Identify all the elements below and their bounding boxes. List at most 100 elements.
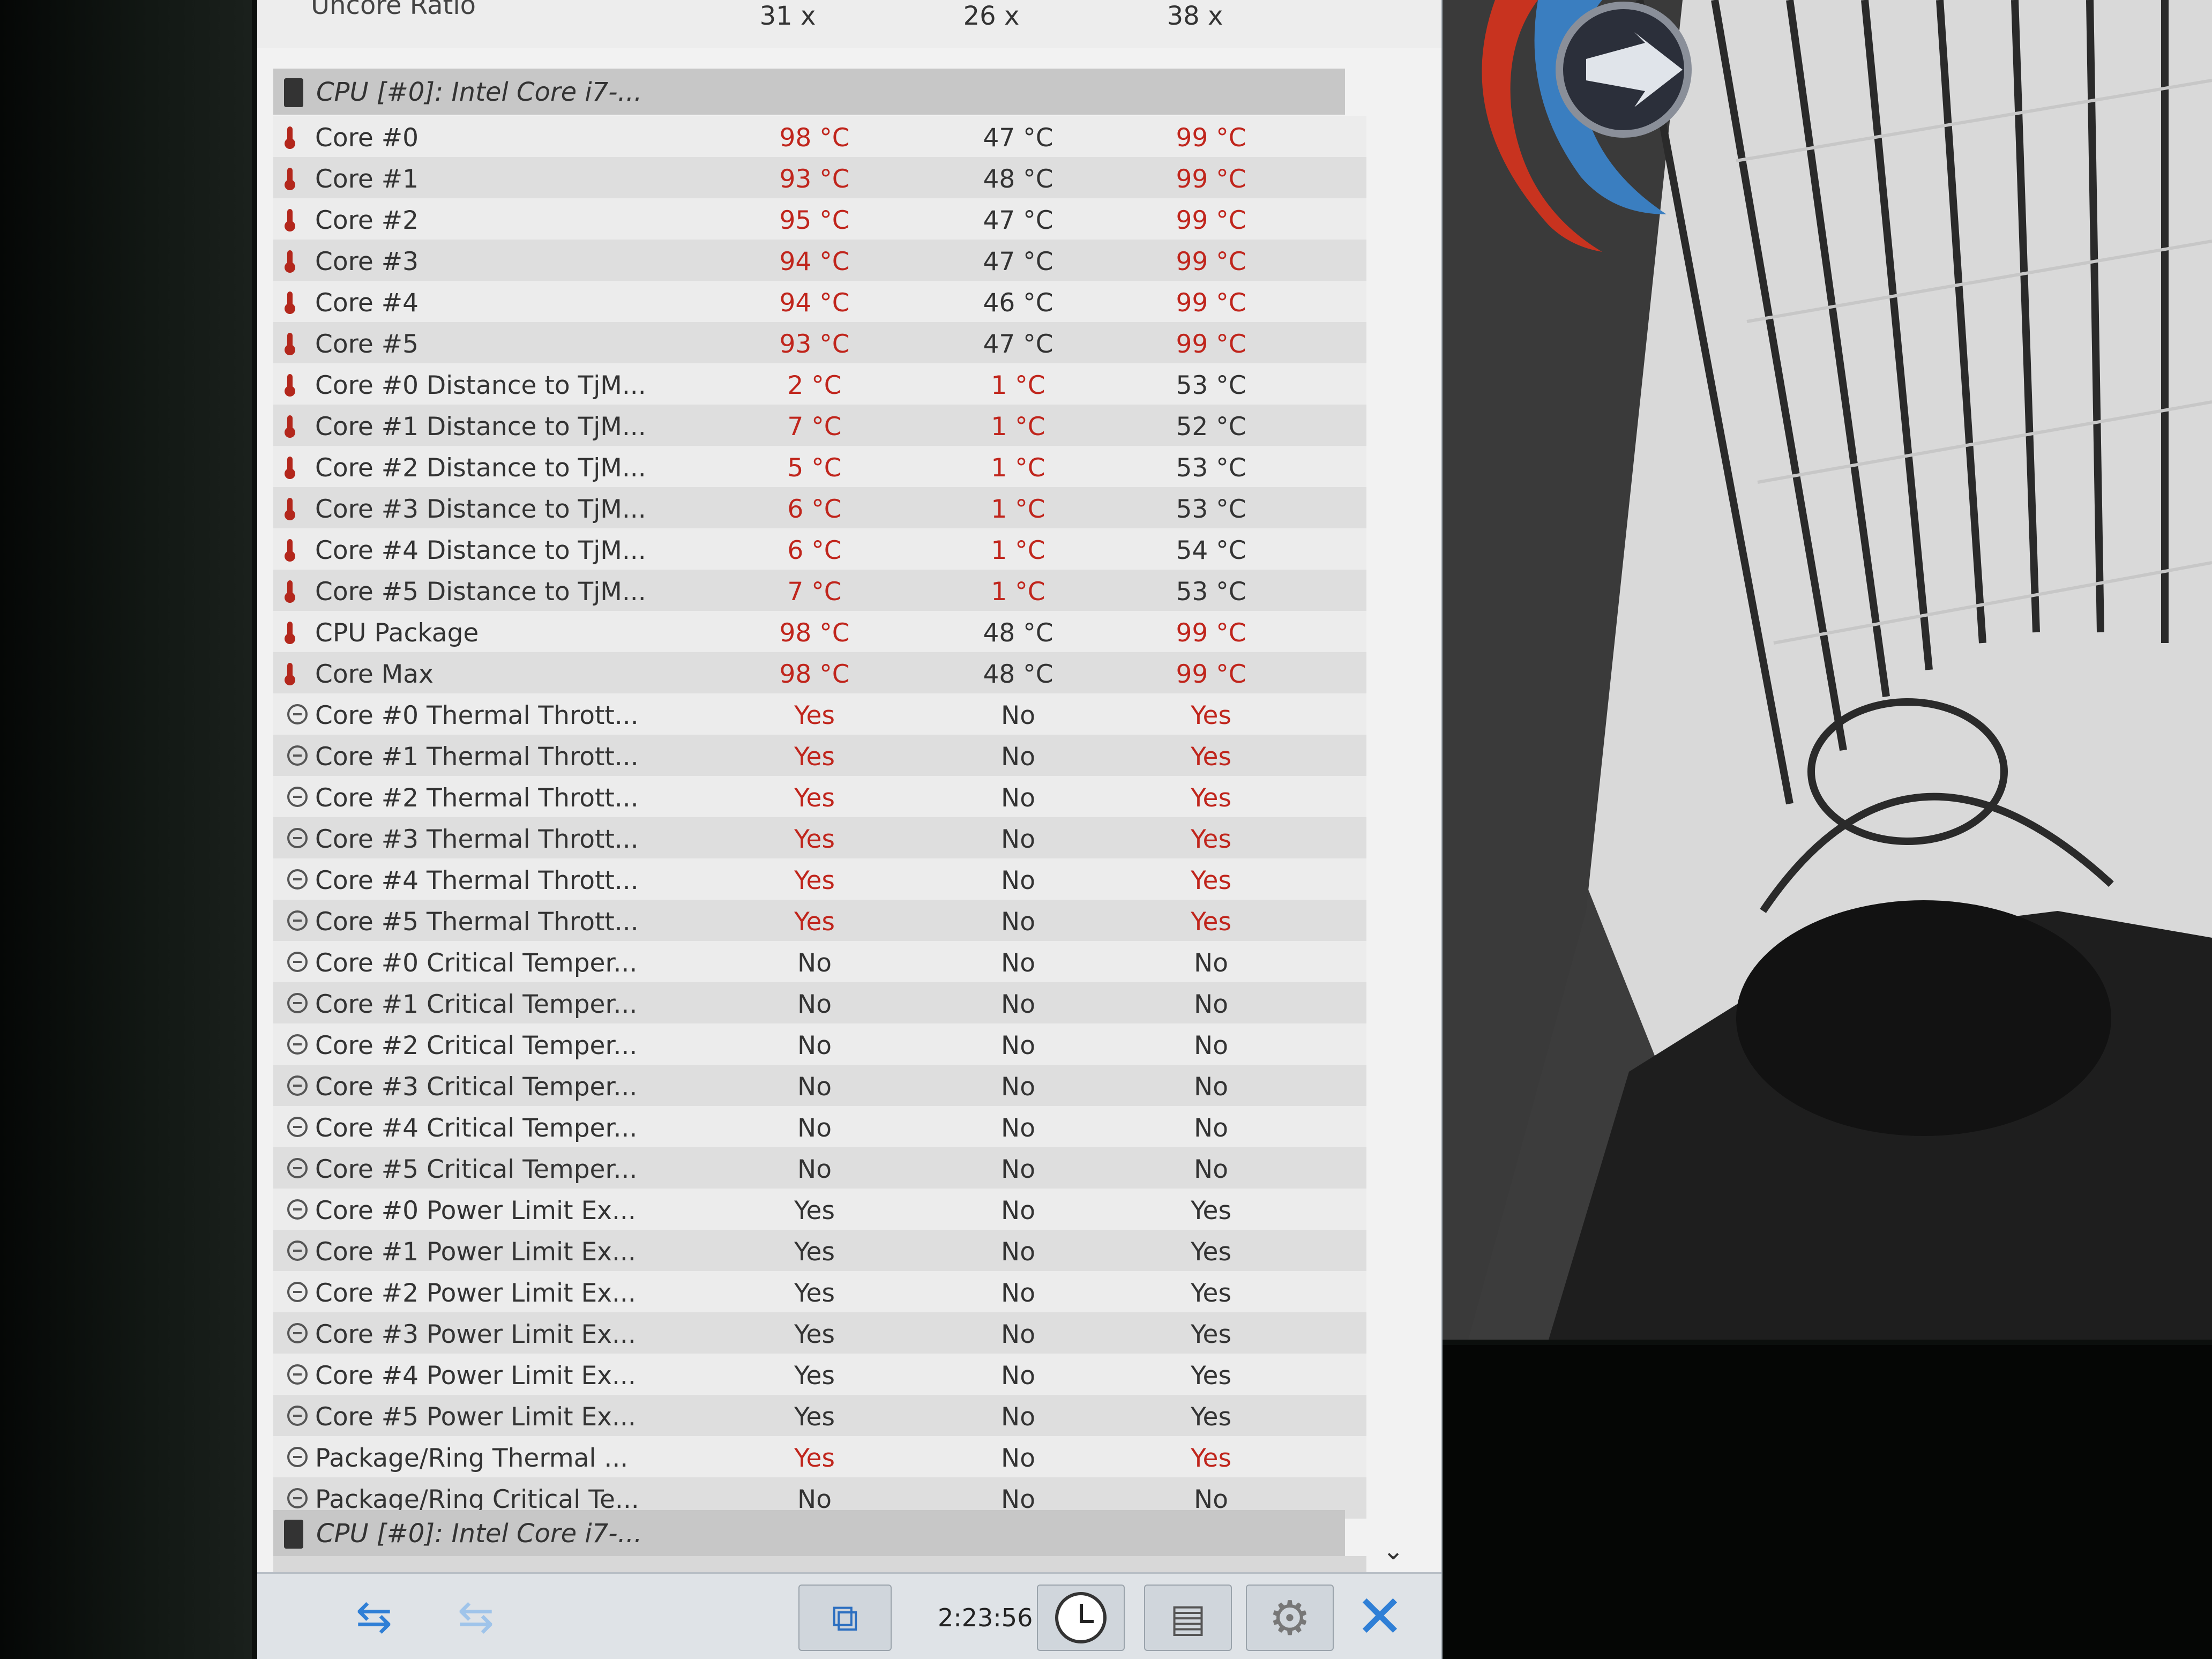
table-row[interactable]: Core #4 Critical Temper... No No No bbox=[273, 1106, 1366, 1147]
double-arrow-icon: ⇆ bbox=[457, 1591, 495, 1642]
minimum-value: No bbox=[1001, 1361, 1035, 1391]
sensor-name: Core #4 Distance to TjM... bbox=[315, 536, 646, 565]
table-row[interactable]: Core #4 Distance to TjM... 6 °C 1 °C 54 °C bbox=[273, 528, 1366, 570]
sensor-name-cell: CPU Package bbox=[273, 611, 659, 652]
clock-icon bbox=[287, 1406, 308, 1426]
current-value: Yes bbox=[794, 1402, 835, 1432]
uncore-ratio-label: Uncore Ratio bbox=[311, 0, 476, 20]
maximum-value: Yes bbox=[1191, 1279, 1231, 1308]
table-row[interactable]: Core #2 Power Limit Ex... Yes No Yes bbox=[273, 1271, 1366, 1312]
sensor-name-cell: Core #4 Power Limit Ex... bbox=[273, 1354, 659, 1395]
sensor-name: Core #5 Distance to TjM... bbox=[315, 577, 646, 607]
sensor-name: Core #1 Distance to TjM... bbox=[315, 412, 646, 442]
minimum-value: 48 °C bbox=[983, 165, 1053, 194]
minimum-value: No bbox=[1001, 1444, 1035, 1473]
logging-button[interactable]: ▤ bbox=[1144, 1585, 1232, 1651]
sensor-name: Core Max bbox=[315, 660, 434, 689]
maximum-value: No bbox=[1194, 1155, 1228, 1184]
table-row[interactable]: Core #5 Thermal Thrott... Yes No Yes bbox=[273, 900, 1366, 941]
close-button[interactable]: ✕ bbox=[1334, 1582, 1425, 1651]
table-row[interactable]: Core #0 Critical Temper... No No No bbox=[273, 941, 1366, 982]
minimum-value: 1 °C bbox=[991, 577, 1045, 607]
sensor-name-cell: Core #5 Distance to TjM... bbox=[273, 570, 659, 611]
sensor-name-cell: Core #1 Distance to TjM... bbox=[273, 405, 659, 446]
maximum-value: 53 °C bbox=[1176, 577, 1246, 607]
table-row[interactable]: Core #3 Distance to TjM... 6 °C 1 °C 53 °C bbox=[273, 487, 1366, 528]
table-row[interactable]: Core #0 Power Limit Ex... Yes No Yes bbox=[273, 1189, 1366, 1230]
current-value: 98 °C bbox=[779, 123, 850, 153]
current-value: Yes bbox=[794, 1279, 835, 1308]
current-value: Yes bbox=[794, 907, 835, 937]
table-row[interactable]: Core #5 Power Limit Ex... Yes No Yes bbox=[273, 1395, 1366, 1436]
table-row[interactable]: Core #4 Thermal Thrott... Yes No Yes bbox=[273, 858, 1366, 900]
scroll-down-icon[interactable]: ⌄ bbox=[1382, 1536, 1404, 1566]
table-row[interactable]: Core #3 Power Limit Ex... Yes No Yes bbox=[273, 1312, 1366, 1354]
game-logo bbox=[1482, 0, 1692, 252]
network-button[interactable]: ⧉ bbox=[798, 1585, 892, 1651]
sensor-name-cell: Core #1 Thermal Thrott... bbox=[273, 735, 659, 776]
maximum-value: 99 °C bbox=[1176, 618, 1246, 648]
table-row[interactable]: Core #5 Critical Temper... No No No bbox=[273, 1147, 1366, 1189]
table-row[interactable]: Core #1 Thermal Thrott... Yes No Yes bbox=[273, 735, 1366, 776]
thermometer-icon bbox=[285, 250, 295, 273]
table-row[interactable]: Core #5 Distance to TjM... 7 °C 1 °C 53 °C bbox=[273, 570, 1366, 611]
minimum-value: No bbox=[1001, 1320, 1035, 1349]
clock-icon bbox=[287, 704, 308, 724]
table-row[interactable]: Core #2 Thermal Thrott... Yes No Yes bbox=[273, 776, 1366, 817]
maximum-value: 53 °C bbox=[1176, 371, 1246, 400]
sensor-name: Core #3 Power Limit Ex... bbox=[315, 1320, 636, 1349]
thermometer-icon bbox=[285, 622, 295, 644]
table-row[interactable]: Core #1 Distance to TjM... 7 °C 1 °C 52 °C bbox=[273, 405, 1366, 446]
table-row[interactable]: CPU Package 98 °C 48 °C 99 °C bbox=[273, 611, 1366, 652]
maximum-value: Yes bbox=[1191, 783, 1231, 813]
minimum-value: No bbox=[1001, 1279, 1035, 1308]
table-row[interactable]: Core #2 Distance to TjM... 5 °C 1 °C 53 °C bbox=[273, 446, 1366, 487]
maximum-value: No bbox=[1194, 990, 1228, 1019]
table-row[interactable]: Core Max 98 °C 48 °C 99 °C bbox=[273, 652, 1366, 693]
table-row[interactable]: Core #0 Thermal Thrott... Yes No Yes bbox=[273, 693, 1366, 735]
table-row[interactable]: Package/Ring Thermal ... Yes No Yes bbox=[273, 1436, 1366, 1477]
sensor-name: Core #2 Thermal Thrott... bbox=[315, 783, 639, 813]
minimum-value: No bbox=[1001, 1196, 1035, 1225]
table-row[interactable]: Core #4 94 °C 46 °C 99 °C bbox=[273, 281, 1366, 322]
table-row[interactable]: Core #5 93 °C 47 °C 99 °C bbox=[273, 322, 1366, 363]
table-row[interactable]: Core #1 Critical Temper... No No No bbox=[273, 982, 1366, 1023]
table-row[interactable]: Core #0 Distance to TjM... 2 °C 1 °C 53 °C bbox=[273, 363, 1366, 405]
cpu-group-label-2: CPU [#0]: Intel Core i7-... bbox=[316, 1519, 642, 1549]
table-row[interactable]: Core #1 93 °C 48 °C 99 °C bbox=[273, 157, 1366, 198]
sensor-name: Core #5 bbox=[315, 330, 419, 359]
minimum-value: 46 °C bbox=[983, 288, 1053, 318]
table-row[interactable]: Core #2 Critical Temper... No No No bbox=[273, 1023, 1366, 1065]
maximum-value: Yes bbox=[1191, 701, 1231, 730]
monitor-bezel bbox=[0, 0, 252, 1659]
maximum-value: No bbox=[1194, 1031, 1228, 1060]
table-row[interactable]: Core #3 Critical Temper... No No No bbox=[273, 1065, 1366, 1106]
current-value: 98 °C bbox=[779, 660, 850, 689]
current-value: 5 °C bbox=[787, 453, 842, 483]
table-row[interactable]: Core #3 Thermal Thrott... Yes No Yes bbox=[273, 817, 1366, 858]
navigate-arrows-button[interactable]: ⇆ bbox=[327, 1585, 418, 1649]
uncore-current-value: 31 x bbox=[759, 1, 816, 31]
current-value: No bbox=[797, 990, 832, 1019]
cpu-group-header-2[interactable]: CPU [#0]: Intel Core i7-... bbox=[273, 1510, 1345, 1556]
thermometer-icon bbox=[285, 209, 295, 231]
sensor-name-cell: Core #2 Distance to TjM... bbox=[273, 446, 659, 487]
current-value: Yes bbox=[794, 1444, 835, 1473]
minimum-value: No bbox=[1001, 825, 1035, 854]
clock-icon bbox=[287, 1075, 308, 1096]
table-row[interactable]: Core #0 98 °C 47 °C 99 °C bbox=[273, 116, 1366, 157]
table-row[interactable]: Core #2 95 °C 47 °C 99 °C bbox=[273, 198, 1366, 240]
current-value: Yes bbox=[794, 1320, 835, 1349]
table-row[interactable]: Core #3 94 °C 47 °C 99 °C bbox=[273, 240, 1366, 281]
current-value: No bbox=[797, 1072, 832, 1102]
reset-clock-button[interactable] bbox=[1037, 1585, 1125, 1651]
navigate-arrows-disabled-button[interactable]: ⇆ bbox=[429, 1585, 520, 1649]
table-row[interactable]: Core #1 Power Limit Ex... Yes No Yes bbox=[273, 1230, 1366, 1271]
sensor-name-cell: Package/Ring Thermal ... bbox=[273, 1436, 659, 1477]
minimum-value: No bbox=[1001, 1237, 1035, 1267]
settings-button[interactable]: ⚙ bbox=[1246, 1585, 1334, 1651]
sensor-name-cell: Core Max bbox=[273, 652, 659, 693]
current-value: No bbox=[797, 948, 832, 978]
cpu-group-header[interactable]: CPU [#0]: Intel Core i7-... bbox=[273, 69, 1345, 115]
table-row[interactable]: Core #4 Power Limit Ex... Yes No Yes bbox=[273, 1354, 1366, 1395]
